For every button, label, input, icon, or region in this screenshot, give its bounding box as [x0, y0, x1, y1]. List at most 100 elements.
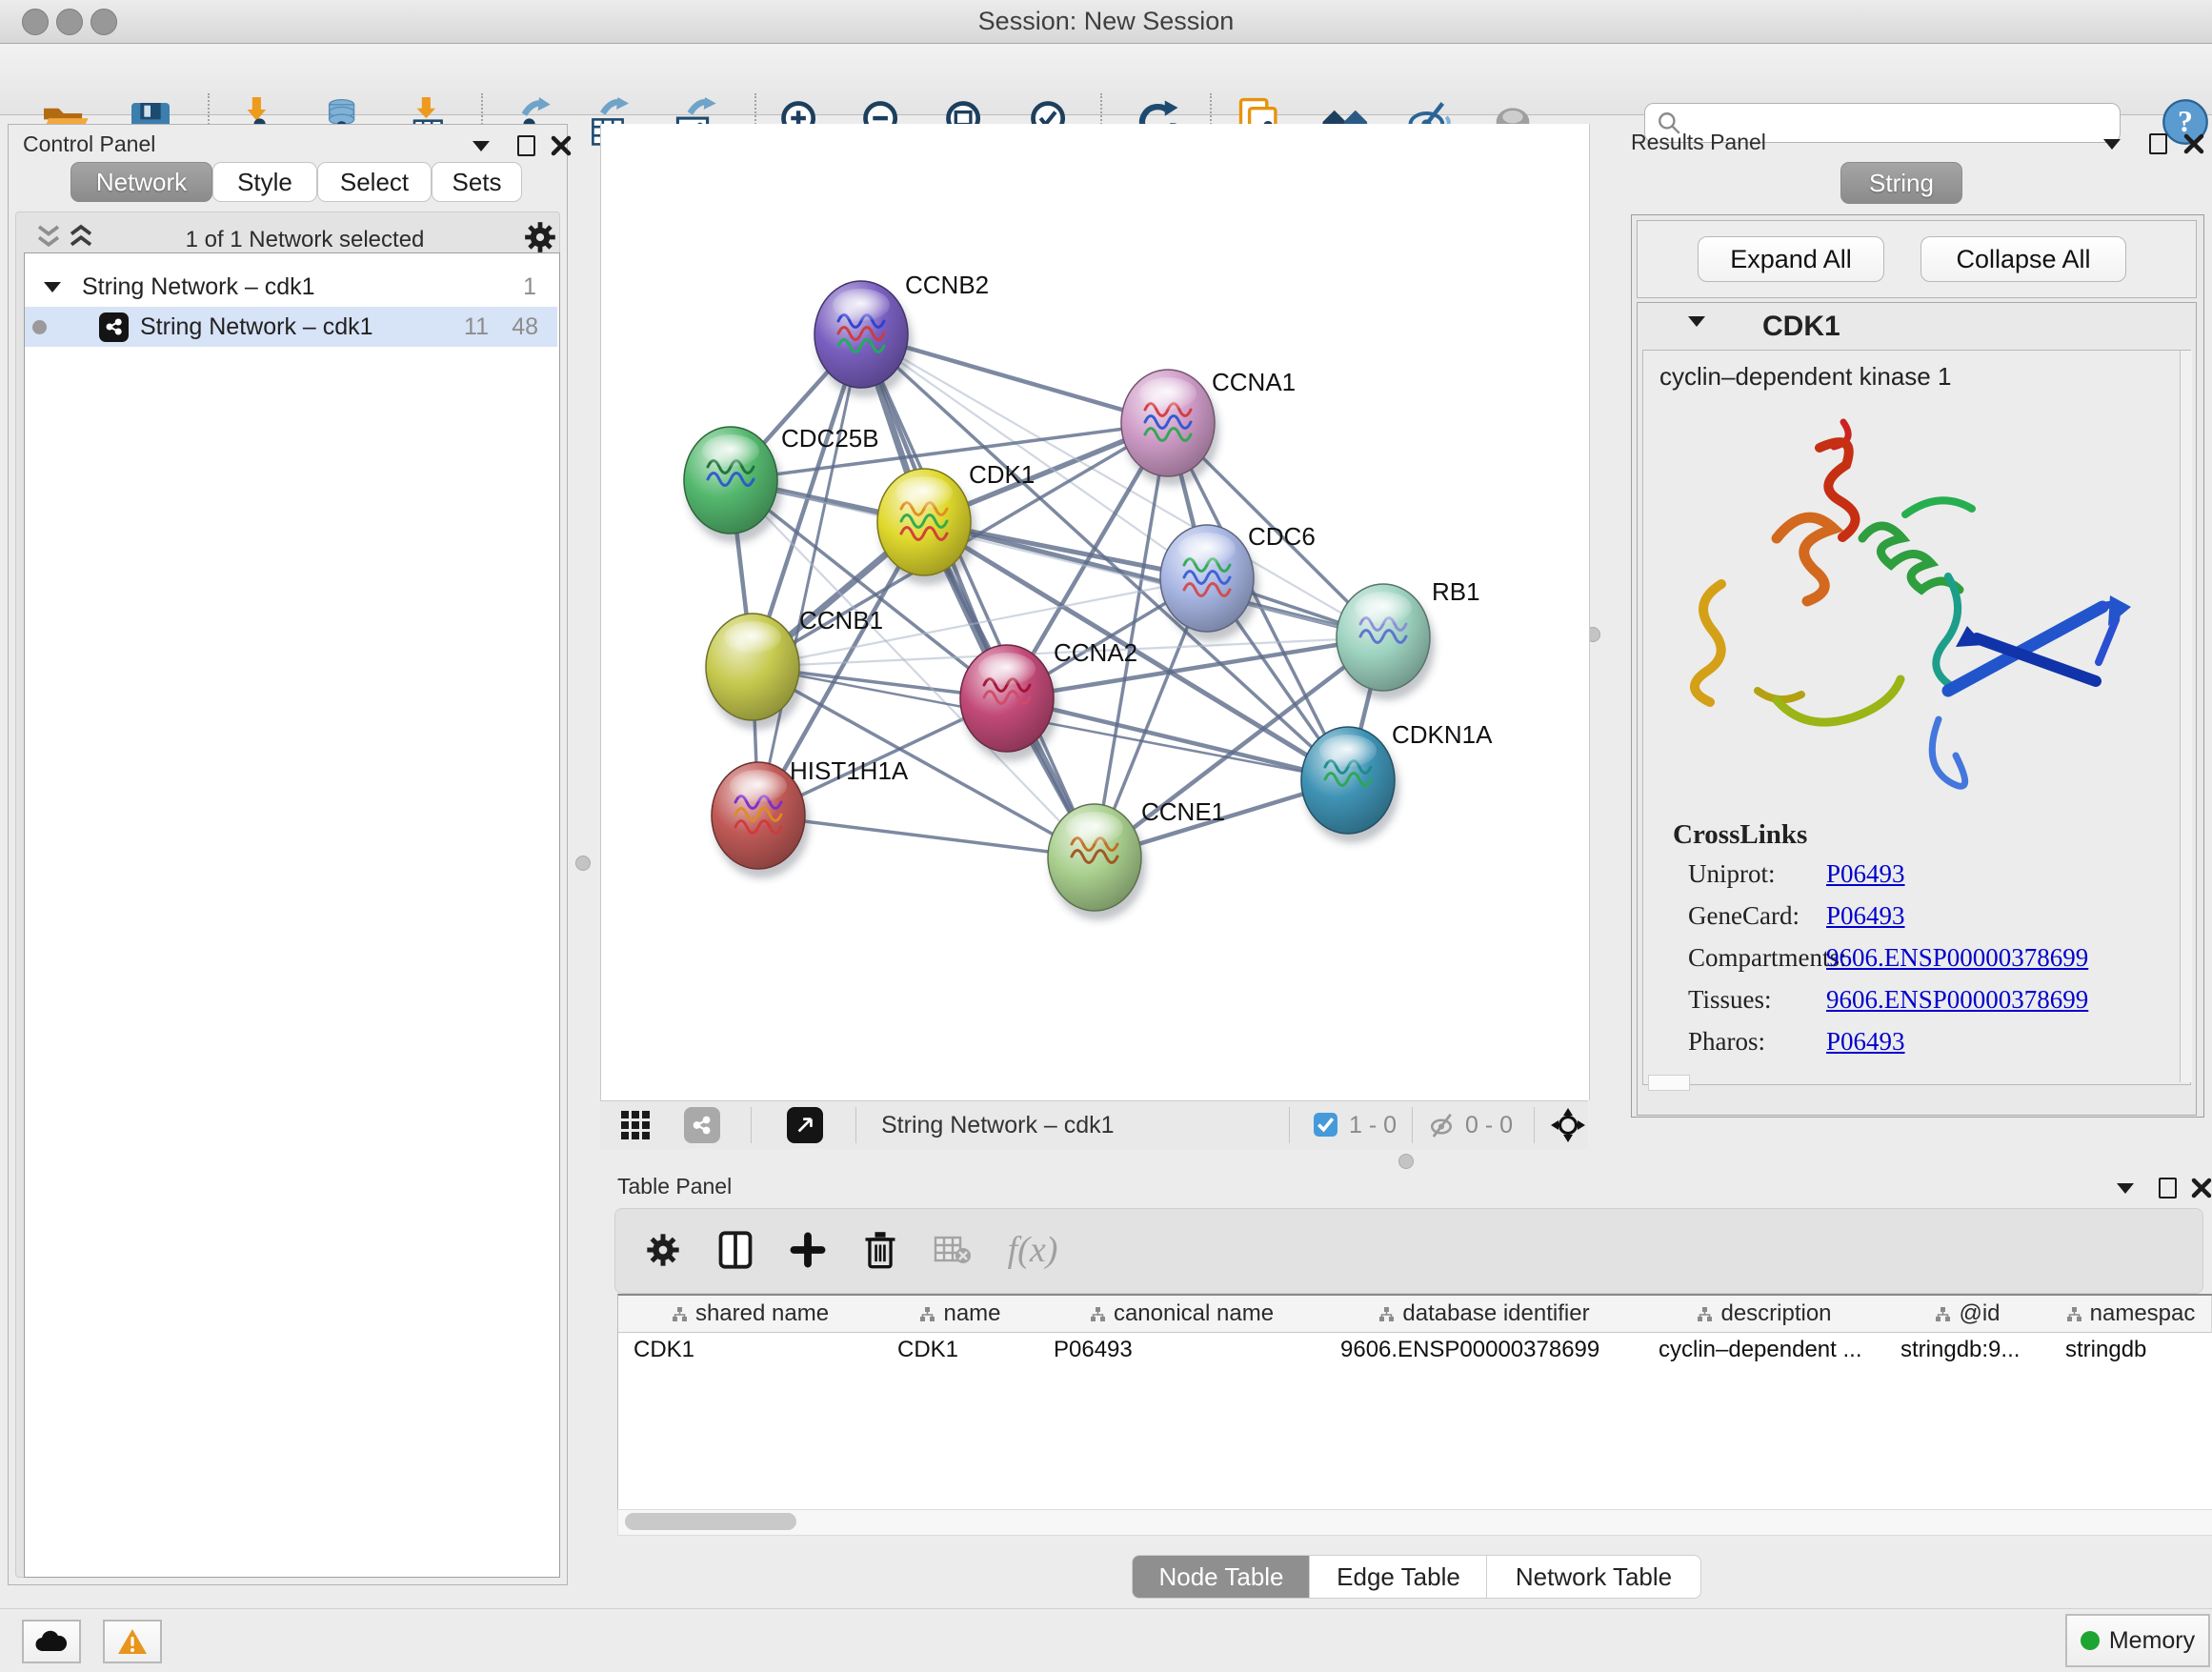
network-tree-selected-row[interactable]: String Network – cdk1 11 48 [25, 307, 557, 347]
create-column-button[interactable] [781, 1223, 835, 1277]
tab-network[interactable]: Network [70, 162, 212, 202]
expand-all-button[interactable]: Expand All [1698, 236, 1884, 282]
column-header-label: @id [1959, 1300, 2000, 1327]
table-panel-title: Table Panel [617, 1174, 732, 1199]
table-cell[interactable]: 9606.ENSP00000378699 [1325, 1333, 1643, 1367]
column-header-2[interactable]: canonical name [1038, 1296, 1326, 1333]
column-header-1[interactable]: name [882, 1296, 1039, 1333]
column-header-4[interactable]: description [1643, 1296, 1886, 1333]
network-node-CCNB1[interactable]: CCNB1 [706, 606, 883, 730]
crosslink-label: Uniprot: [1688, 859, 1776, 889]
node-label-CCNB1: CCNB1 [799, 606, 883, 635]
network-selection-status: 1 of 1 Network selected [95, 227, 514, 253]
collapse-all-networks-icon[interactable] [67, 223, 95, 250]
collapse-all-button[interactable]: Collapse All [1920, 236, 2126, 282]
plus-icon [790, 1232, 826, 1268]
memory-button[interactable]: Memory [2065, 1614, 2210, 1667]
left-splitter-handle[interactable] [575, 856, 591, 871]
tab-node-table[interactable]: Node Table [1132, 1555, 1311, 1599]
column-header-label: namespac [2090, 1300, 2196, 1327]
control-panel-close-icon[interactable] [551, 135, 572, 156]
table-cell[interactable]: stringdb:9... [1885, 1333, 2050, 1367]
share-icon [692, 1115, 713, 1136]
main-toolbar: ? [0, 44, 2212, 115]
fit-content-crosshair-icon[interactable] [1551, 1108, 1585, 1142]
tab-select[interactable]: Select [317, 162, 432, 202]
protein-structure-image [1662, 405, 2158, 815]
show-columns-button[interactable] [709, 1223, 762, 1277]
pharos-link[interactable]: P06493 [1826, 1027, 1905, 1056]
network-view-canvas[interactable]: CCNB2 CCNA1 CDC25B CDK1 CDC6RB1 CCNB1 CCNA2 CDK… [600, 124, 1590, 1100]
network-node-CCNA1[interactable]: CCNA1 [1121, 368, 1296, 486]
tissues-link[interactable]: 9606.ENSP00000378699 [1826, 985, 2088, 1014]
network-node-CCNA2[interactable]: CCNA2 [960, 638, 1137, 761]
trash-icon [862, 1230, 898, 1270]
control-panel-maximize-icon[interactable] [517, 135, 535, 156]
network-node-CCNE1[interactable]: CCNE1 [1048, 797, 1225, 920]
network-type-icon [99, 312, 129, 342]
control-panel-float-icon[interactable] [473, 141, 490, 151]
tab-network-table[interactable]: Network Table [1486, 1555, 1701, 1599]
hidden-eye-slash-icon[interactable] [1427, 1111, 1456, 1139]
collapse-tree-icon[interactable] [44, 282, 61, 292]
genecard-link[interactable]: P06493 [1826, 901, 1905, 930]
results-vertical-scrollbar[interactable] [2180, 351, 2192, 1082]
table-cell[interactable]: P06493 [1038, 1333, 1325, 1367]
window-title: Session: New Session [0, 0, 2212, 43]
warnings-button[interactable] [103, 1620, 162, 1663]
node-count: 11 [464, 313, 489, 341]
network-tree [24, 252, 560, 1578]
tab-edge-table[interactable]: Edge Table [1309, 1555, 1488, 1599]
birdseye-view-button[interactable] [787, 1107, 823, 1143]
table-panel-float-icon[interactable] [2117, 1183, 2134, 1194]
table-horizontal-scrollbar[interactable] [617, 1509, 2212, 1536]
fx-icon: f(x) [1008, 1229, 1058, 1271]
table-panel-close-icon[interactable] [2191, 1178, 2212, 1199]
network-view-mode-button[interactable] [684, 1107, 720, 1143]
table-options-button[interactable] [636, 1223, 690, 1277]
table-cell[interactable]: CDK1 [882, 1333, 1038, 1367]
results-panel-maximize-icon[interactable] [2149, 133, 2167, 154]
column-header-3[interactable]: database identifier [1325, 1296, 1644, 1333]
grid-view-button[interactable] [621, 1111, 650, 1144]
table-cell[interactable]: stringdb [2050, 1333, 2211, 1367]
delete-column-button[interactable] [854, 1223, 907, 1277]
bottom-splitter-handle[interactable] [1398, 1154, 1414, 1169]
network-node-CDC6[interactable]: CDC6 [1160, 522, 1316, 641]
separator [751, 1107, 752, 1143]
network-tree-root-row[interactable]: String Network – cdk1 1 [25, 267, 557, 307]
table-panel-maximize-icon[interactable] [2159, 1178, 2177, 1199]
table-cell[interactable]: CDK1 [618, 1333, 882, 1367]
column-header-label: name [943, 1300, 1000, 1327]
column-header-5[interactable]: @id [1885, 1296, 2051, 1333]
network-node-CDC25B[interactable]: CDC25B [684, 424, 879, 543]
selected-checkbox-icon[interactable] [1313, 1112, 1338, 1138]
tab-sets[interactable]: Sets [432, 162, 522, 202]
compartments-link[interactable]: 9606.ENSP00000378699 [1826, 943, 2088, 972]
network-options-gear-icon[interactable] [522, 219, 558, 255]
tab-string[interactable]: String [1840, 162, 1962, 204]
results-panel-close-icon[interactable] [2183, 133, 2204, 154]
cloud-icon [35, 1630, 68, 1653]
results-panel-float-icon[interactable] [2103, 139, 2121, 150]
expand-all-networks-icon[interactable] [34, 223, 63, 250]
node-label-CDC25B: CDC25B [781, 424, 879, 453]
memory-status-dot-icon [2081, 1631, 2100, 1650]
uniprot-link[interactable]: P06493 [1826, 859, 1905, 888]
network-node-CDKN1A[interactable]: CDKN1A [1301, 720, 1493, 843]
table-cell[interactable]: cyclin–dependent ... [1643, 1333, 1885, 1367]
column-header-label: database identifier [1402, 1300, 1589, 1327]
column-header-0[interactable]: shared name [618, 1296, 883, 1333]
results-horizontal-scrollbar-thumb[interactable] [1648, 1075, 1690, 1091]
network-node-HIST1H1A[interactable]: HIST1H1A [712, 756, 909, 878]
network-node-CCNB2[interactable]: CCNB2 [814, 271, 989, 397]
cloud-status-button[interactable] [22, 1620, 81, 1663]
tab-style[interactable]: Style [212, 162, 317, 202]
network-node-CDK1[interactable]: CDK1 [877, 460, 1035, 585]
column-header-6[interactable]: namespac [2050, 1296, 2212, 1333]
node-label-CDK1: CDK1 [969, 460, 1035, 489]
table-scrollbar-thumb[interactable] [625, 1513, 796, 1530]
gene-collapse-icon[interactable] [1688, 316, 1705, 327]
delete-table-button-disabled [926, 1223, 979, 1277]
network-node-RB1[interactable]: RB1 [1337, 577, 1480, 700]
